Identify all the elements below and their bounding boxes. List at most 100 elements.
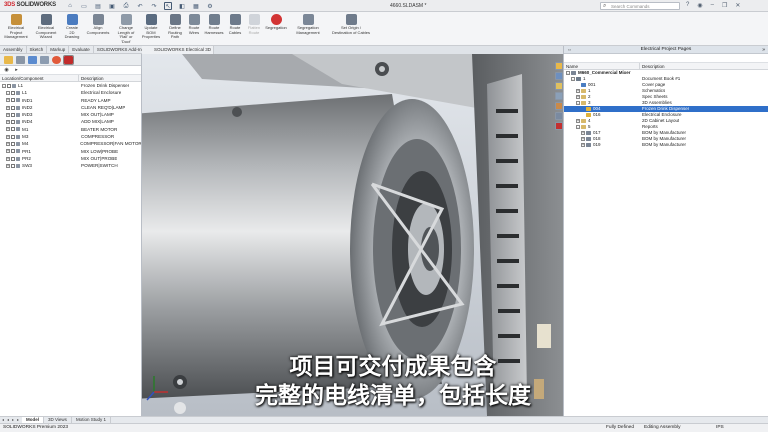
help-icon[interactable]: ? xyxy=(686,2,689,9)
expand-toggle-icon[interactable]: + xyxy=(6,127,10,132)
property-manager-tab-icon[interactable] xyxy=(16,56,25,64)
expand-toggle-icon[interactable]: + xyxy=(6,105,10,110)
description-column-header[interactable]: Description xyxy=(640,63,665,69)
location-column-header[interactable]: Location/Component xyxy=(0,75,79,81)
eye-icon[interactable]: ◉ xyxy=(3,67,10,73)
design-library-icon[interactable] xyxy=(555,72,563,80)
segregation-button[interactable]: Segregation xyxy=(264,14,288,31)
list-item[interactable]: + PR1 MIX LOW|PROBE xyxy=(0,148,141,155)
options-gear-icon[interactable]: ⚙ xyxy=(206,2,214,10)
visibility-checkbox[interactable] xyxy=(11,112,15,117)
rebuild-icon[interactable]: ◧ xyxy=(178,2,186,10)
list-item[interactable]: + IND1 READY LAMP xyxy=(0,97,141,104)
expand-toggle-icon[interactable]: + xyxy=(581,137,585,141)
expand-toggle-icon[interactable]: + xyxy=(6,149,10,154)
expand-toggle-icon[interactable]: + xyxy=(576,95,580,99)
list-item[interactable]: + M4 COMPRESSOR|FAN MOTOR xyxy=(0,140,141,147)
segregation-management-button[interactable]: Segregation Management xyxy=(294,14,322,35)
expand-toggle-icon[interactable]: - xyxy=(2,83,6,88)
feature-manager-tab-icon[interactable] xyxy=(4,56,13,64)
name-column-header[interactable]: Name xyxy=(564,63,640,69)
select-icon[interactable]: ↖ xyxy=(164,2,172,10)
visibility-checkbox[interactable] xyxy=(11,120,15,125)
expand-toggle-icon[interactable]: - xyxy=(576,101,580,105)
tab-solidworks-addins[interactable]: SOLIDWORKS Add-Ins xyxy=(94,46,148,53)
visibility-checkbox[interactable] xyxy=(11,127,15,132)
appearances-icon[interactable] xyxy=(555,102,563,110)
solidworks-logo[interactable]: 3DS SOLIDWORKS xyxy=(4,2,56,8)
save-icon[interactable]: ▣ xyxy=(108,2,116,10)
list-item[interactable]: + IND4 ADD MIX|LAMP xyxy=(0,118,141,125)
change-rail-length-button[interactable]: Change Length of 'Rail' or 'Duct' xyxy=(114,14,138,44)
expand-toggle-icon[interactable]: - xyxy=(566,71,570,75)
home-icon[interactable]: ⌂ xyxy=(66,2,74,10)
new-document-icon[interactable]: ▭ xyxy=(80,2,88,10)
close-icon[interactable]: ✕ xyxy=(735,2,740,9)
list-item[interactable]: - L1 Frozen Drink Dispenser xyxy=(0,82,141,89)
filter-icon[interactable]: ▸ xyxy=(13,67,20,73)
electrical-project-management-button[interactable]: Electrical Project Management xyxy=(4,14,28,40)
expand-toggle-icon[interactable]: + xyxy=(6,142,10,147)
visibility-checkbox[interactable] xyxy=(11,163,15,168)
description-column-header[interactable]: Description xyxy=(79,75,104,81)
expand-toggle-icon[interactable]: + xyxy=(6,156,10,161)
create-2d-drawing-button[interactable]: Create 2D Drawing xyxy=(60,14,84,40)
dimxpert-tab-icon[interactable] xyxy=(40,56,49,64)
open-folder-icon[interactable]: ▤ xyxy=(94,2,102,10)
user-icon[interactable]: ◉ xyxy=(697,2,702,9)
configuration-manager-tab-icon[interactable] xyxy=(28,56,37,64)
undo-icon[interactable]: ↶ xyxy=(136,2,144,10)
restore-icon[interactable]: ❐ xyxy=(722,2,727,9)
list-item[interactable]: + PR2 MIX OUT|PROBE xyxy=(0,155,141,162)
expand-toggle-icon[interactable]: + xyxy=(6,112,10,117)
minimize-icon[interactable]: – xyxy=(711,2,714,9)
electrical-component-wizard-button[interactable]: Electrical Component Wizard xyxy=(34,14,58,40)
list-item[interactable]: + IND2 CLEAN REQ'D|LAMP xyxy=(0,104,141,111)
visibility-checkbox[interactable] xyxy=(7,83,11,88)
panel-close-icon[interactable]: » xyxy=(762,46,765,54)
tab-assembly[interactable]: Assembly xyxy=(0,46,27,53)
units-selector[interactable]: IPS xyxy=(716,424,724,432)
pin-icon[interactable]: ⇔ xyxy=(567,46,572,54)
update-bom-properties-button[interactable]: Update BOM Properties xyxy=(139,14,163,40)
list-item[interactable]: + M3 COMPRESSOR xyxy=(0,133,141,140)
expand-toggle-icon[interactable]: + xyxy=(6,163,10,168)
expand-toggle-icon[interactable]: + xyxy=(6,120,10,125)
list-item[interactable]: + M1 BEATER MOTOR xyxy=(0,126,141,133)
expand-toggle-icon[interactable]: + xyxy=(576,119,580,123)
custom-properties-icon[interactable] xyxy=(555,112,563,120)
electrical-project-pages-icon[interactable] xyxy=(555,122,563,130)
visibility-checkbox[interactable] xyxy=(11,156,15,161)
file-explorer-icon[interactable] xyxy=(555,82,563,90)
visibility-checkbox[interactable] xyxy=(11,90,15,95)
expand-toggle-icon[interactable]: + xyxy=(576,89,580,93)
tab-markup[interactable]: Markup xyxy=(47,46,70,53)
list-item[interactable]: + IND3 MIX OUT|LAMP xyxy=(0,111,141,118)
expand-toggle-icon[interactable]: + xyxy=(581,143,585,147)
expand-toggle-icon[interactable]: - xyxy=(6,90,10,95)
tab-sketch[interactable]: Sketch xyxy=(27,46,48,53)
align-components-button[interactable]: Align Components xyxy=(86,14,110,35)
page-row[interactable]: +019 BOM by Manufacturer xyxy=(564,142,768,148)
electrical-components-tab-icon[interactable] xyxy=(63,55,74,65)
expand-toggle-icon[interactable]: - xyxy=(576,125,580,129)
visibility-checkbox[interactable] xyxy=(11,134,15,139)
visibility-checkbox[interactable] xyxy=(11,142,15,147)
list-item[interactable]: + SW3 POWER|SWITCH xyxy=(0,162,141,169)
print-icon[interactable]: ⎙ xyxy=(122,2,130,10)
set-origin-destination-button[interactable]: Set Origin / Destination of Cables xyxy=(330,14,372,35)
visibility-checkbox[interactable] xyxy=(11,105,15,110)
file-properties-icon[interactable]: ▦ xyxy=(192,2,200,10)
visibility-checkbox[interactable] xyxy=(11,98,15,103)
expand-toggle-icon[interactable]: + xyxy=(6,98,10,103)
solidworks-resources-icon[interactable] xyxy=(555,62,563,70)
display-manager-tab-icon[interactable] xyxy=(52,56,61,64)
expand-toggle-icon[interactable]: + xyxy=(6,134,10,139)
view-palette-icon[interactable] xyxy=(555,92,563,100)
expand-toggle-icon[interactable]: + xyxy=(581,131,585,135)
tab-solidworks-electrical-3d[interactable]: SOLIDWORKS Electrical 3D xyxy=(142,46,214,54)
list-item[interactable]: - L1 Electrical Enclosure xyxy=(0,89,141,96)
redo-icon[interactable]: ↷ xyxy=(150,2,158,10)
search-commands-input[interactable]: ⌕ Search Commands xyxy=(600,2,680,10)
tab-evaluate[interactable]: Evaluate xyxy=(69,46,94,53)
